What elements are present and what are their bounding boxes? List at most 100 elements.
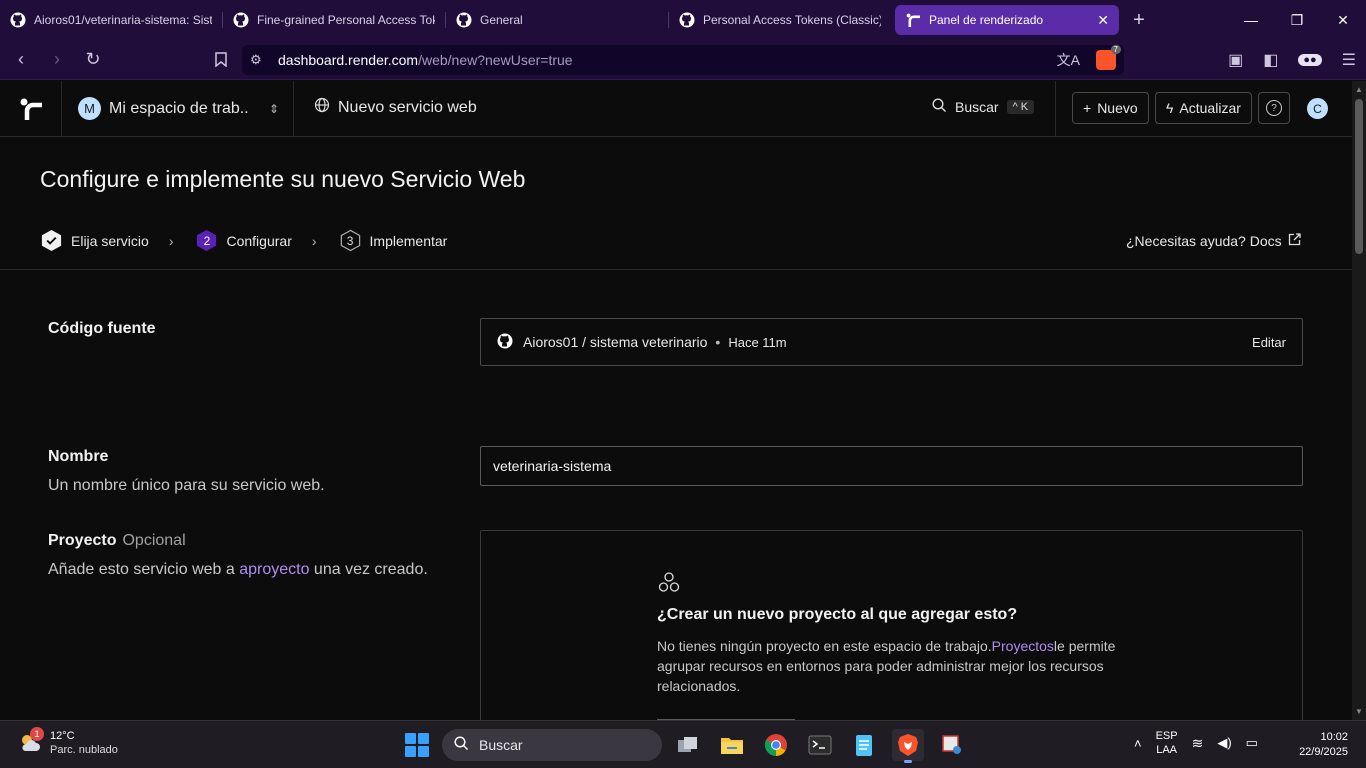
snipping-tool-icon[interactable] <box>936 729 968 761</box>
task-view-icon[interactable] <box>672 729 704 761</box>
render-logo-icon[interactable] <box>20 98 42 120</box>
breadcrumb-label: Nuevo servicio web <box>338 98 477 116</box>
chevron-right-icon: › <box>311 232 317 249</box>
chrome-icon[interactable] <box>760 729 792 761</box>
header-divider <box>1055 81 1056 137</box>
address-bar[interactable]: ⚙ dashboard.render.com /web/new?newUser=… <box>242 45 1124 75</box>
browser-toolbar-right: ▣ ◧ ●● ☰ <box>1228 45 1356 75</box>
sidebar-icon[interactable]: ◧ <box>1263 50 1278 70</box>
wallet-icon[interactable]: ▣ <box>1228 50 1243 70</box>
name-label: Nombre <box>48 448 109 465</box>
file-explorer-icon[interactable] <box>716 729 748 761</box>
tab-classic-tokens[interactable]: Personal Access Tokens (Classic) <box>669 5 891 35</box>
windows-start-icon[interactable] <box>405 733 429 757</box>
taskbar-search[interactable]: Buscar <box>442 729 662 761</box>
create-project-card: ¿Crear un nuevo proyecto al que agregar … <box>480 530 1303 730</box>
globe-icon <box>314 97 330 118</box>
upgrade-button[interactable]: ϟ Actualizar <box>1155 92 1252 124</box>
terminal-icon[interactable] <box>804 729 836 761</box>
brave-shields-icon[interactable]: 7 <box>1096 45 1121 70</box>
back-icon[interactable]: ‹ <box>6 45 36 75</box>
wifi-icon[interactable]: ≋ <box>1192 735 1204 752</box>
weather-widget[interactable]: 1 12°C Parc. nublado <box>18 727 118 757</box>
projects-link[interactable]: Proyectos <box>992 638 1054 654</box>
close-tab-icon[interactable]: ✕ <box>1089 12 1109 29</box>
weather-desc: Parc. nublado <box>50 744 118 756</box>
render-icon <box>905 12 921 28</box>
scroll-up-icon[interactable]: ▲ <box>1355 85 1363 94</box>
page-scrollbar[interactable]: ▲ ▼ <box>1352 81 1366 720</box>
tab-label: Panel de renderizado <box>929 13 1044 27</box>
brave-browser-icon[interactable] <box>892 729 924 763</box>
weather-temp: 12°C <box>50 730 75 742</box>
new-tab-button[interactable]: + <box>1119 9 1159 32</box>
taskbar-search-label: Buscar <box>479 737 523 753</box>
project-label: Proyecto Opcional <box>48 532 186 549</box>
github-icon <box>456 12 472 28</box>
tab-general[interactable]: General <box>446 5 668 35</box>
new-label: Nuevo <box>1097 100 1138 116</box>
edit-source-button[interactable]: Editar <box>1252 335 1286 350</box>
scroll-thumb[interactable] <box>1355 99 1363 254</box>
tab-label: General <box>480 13 523 27</box>
step-choose-service[interactable]: Elija servicio <box>40 229 149 252</box>
name-description: Un nombre único para su servicio web. <box>48 477 325 494</box>
tab-label: Personal Access Tokens (Classic) <box>703 13 881 27</box>
step-number-hexagon: 2 <box>195 229 218 252</box>
step-label: Elija servicio <box>71 232 149 249</box>
search-button[interactable]: Buscar ^ K <box>932 98 1035 116</box>
reload-icon[interactable]: ↻ <box>78 45 108 75</box>
repo-updated-time: Hace 11m <box>728 334 787 350</box>
chevron-up-icon[interactable]: ˄ <box>1134 736 1142 751</box>
section-divider <box>0 269 1352 270</box>
volume-icon[interactable]: ◀) <box>1217 735 1231 751</box>
external-link-icon <box>1288 233 1301 249</box>
workspace-switcher[interactable]: M Mi espacio de trab... ⇕ <box>78 97 279 120</box>
stepper: Elija servicio › 2 Configurar › 3 Implem… <box>40 229 447 252</box>
repo-name: Aioros01 / sistema veterinario <box>523 334 708 350</box>
project-link[interactable]: aproyecto <box>239 561 309 578</box>
header-divider <box>293 81 294 137</box>
chevron-right-icon: › <box>168 232 174 249</box>
close-window-icon[interactable]: ✕ <box>1320 0 1366 40</box>
url-host: dashboard.render.com <box>278 52 419 68</box>
help-button[interactable]: ? <box>1258 92 1290 124</box>
search-label: Buscar <box>955 99 999 115</box>
tab-label: Fine-grained Personal Access Toke <box>257 13 435 27</box>
docs-link-label: ¿Necesitas ayuda? Docs <box>1126 233 1282 249</box>
bookmark-icon[interactable] <box>206 45 236 75</box>
github-icon <box>10 12 26 28</box>
docs-link[interactable]: ¿Necesitas ayuda? Docs <box>1126 233 1301 249</box>
optional-tag: Opcional <box>122 532 186 549</box>
new-button[interactable]: + Nuevo <box>1072 92 1149 124</box>
question-icon: ? <box>1266 100 1282 116</box>
translate-icon[interactable]: 文A <box>1057 50 1080 70</box>
url-path: /web/new?newUser=true <box>418 52 573 68</box>
weather-badge: 1 <box>30 727 44 741</box>
minimize-icon[interactable]: — <box>1228 0 1274 40</box>
create-project-text: No tienes ningún proyecto en este espaci… <box>657 638 1116 694</box>
step-number-hexagon: 3 <box>339 229 362 252</box>
vpn-icon[interactable]: ●● <box>1298 54 1322 66</box>
battery-icon[interactable]: ▭ <box>1246 735 1258 751</box>
chevron-updown-icon: ⇕ <box>269 101 280 116</box>
source-repo-card: Aioros01 / sistema veterinario • Hace 11… <box>480 318 1303 366</box>
service-name-input[interactable]: veterinaria-sistema <box>480 446 1303 486</box>
notepad-icon[interactable] <box>848 729 880 761</box>
user-avatar[interactable]: C <box>1307 98 1328 119</box>
scroll-down-icon[interactable]: ▼ <box>1355 707 1363 716</box>
clock[interactable]: 10:02 22/9/2025 <box>1299 730 1348 760</box>
menu-icon[interactable]: ☰ <box>1342 50 1356 70</box>
maximize-icon[interactable]: ❐ <box>1274 0 1320 40</box>
workspace-avatar: M <box>78 97 101 120</box>
page-title: Configure e implemente su nuevo Servicio… <box>40 166 526 192</box>
tab-label: Aioros01/veterinaria-sistema: Siste <box>34 13 212 27</box>
language-indicator[interactable]: ESP LAA <box>1156 729 1178 757</box>
site-settings-icon[interactable]: ⚙ <box>250 52 270 68</box>
tab-github-repo[interactable]: Aioros01/veterinaria-sistema: Siste <box>0 5 222 35</box>
tab-render-dashboard[interactable]: Panel de renderizado ✕ <box>895 5 1119 35</box>
forward-icon[interactable]: › <box>42 45 72 75</box>
workspace-name: Mi espacio de trab... <box>109 99 249 117</box>
github-icon <box>497 333 513 352</box>
tab-fine-grained-tokens[interactable]: Fine-grained Personal Access Toke <box>223 5 445 35</box>
